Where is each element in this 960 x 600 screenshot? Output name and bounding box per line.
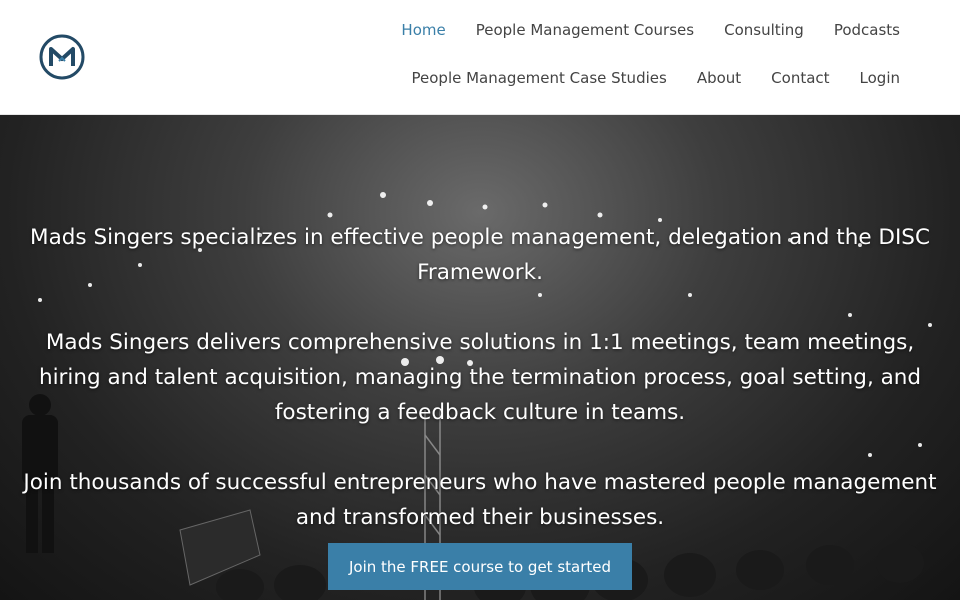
- nav-people-management-courses[interactable]: People Management Courses: [476, 18, 694, 42]
- hero-paragraph-1: Mads Singers specializes in effective pe…: [30, 224, 930, 285]
- primary-nav-row-1: Home People Management Courses Consultin…: [371, 18, 900, 42]
- nav-case-studies[interactable]: People Management Case Studies: [412, 66, 667, 90]
- nav-home[interactable]: Home: [401, 18, 445, 42]
- m-logo-icon[interactable]: [39, 34, 85, 80]
- primary-nav-row-2: People Management Case Studies About Con…: [382, 66, 901, 90]
- join-free-course-button[interactable]: Join the FREE course to get started: [328, 543, 632, 590]
- nav-login[interactable]: Login: [860, 66, 900, 90]
- hero-paragraph-3: Join thousands of successful entrepreneu…: [23, 469, 937, 530]
- nav-consulting[interactable]: Consulting: [724, 18, 804, 42]
- site-header: Home People Management Courses Consultin…: [0, 0, 960, 115]
- nav-podcasts[interactable]: Podcasts: [834, 18, 900, 42]
- hero-section: Mads Singers specializes in effective pe…: [0, 115, 960, 600]
- nav-contact[interactable]: Contact: [771, 66, 829, 90]
- hero-paragraph-2: Mads Singers delivers comprehensive solu…: [38, 329, 922, 425]
- nav-about[interactable]: About: [697, 66, 741, 90]
